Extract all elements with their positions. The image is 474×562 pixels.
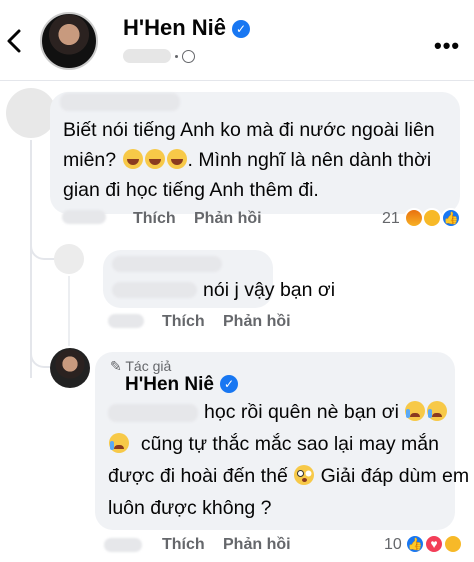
like-reaction-icon: 👍	[441, 208, 461, 228]
comment-text-part: học rồi quên nè bạn ơi	[204, 401, 399, 423]
comment-time-redacted	[62, 210, 106, 224]
reply-button[interactable]: Phản hồi	[194, 210, 262, 228]
mentioned-name-redacted[interactable]	[112, 282, 197, 298]
commenter-name-redacted[interactable]	[112, 256, 222, 272]
angry-reaction-icon	[404, 208, 424, 228]
comment-text-line: Biết nói tiếng Anh ko mà đi nước ngoài l…	[63, 119, 435, 141]
thread-connector	[30, 232, 56, 260]
comment-time-redacted	[104, 538, 142, 552]
comment-text-part: miên?	[63, 149, 117, 171]
header-divider	[0, 80, 474, 81]
globe-icon	[182, 50, 195, 63]
reply-button[interactable]: Phản hồi	[223, 313, 291, 331]
author-badge: ✎ Tác giả	[110, 358, 171, 375]
haha-reaction-icon	[443, 534, 463, 554]
separator-dot	[175, 55, 178, 58]
commenter-avatar[interactable]	[6, 88, 56, 138]
crying-emoji-icon	[405, 401, 426, 421]
like-button[interactable]: Thích	[162, 536, 205, 554]
laughing-emoji-icon	[144, 149, 165, 169]
crying-emoji-icon	[427, 401, 448, 421]
page-avatar[interactable]	[40, 12, 98, 70]
thread-line	[68, 276, 70, 346]
comment-time-redacted	[108, 314, 144, 328]
laughing-emoji-icon	[122, 149, 143, 169]
author-name-text: H'Hen Niê	[125, 374, 214, 395]
verified-icon: ✓	[219, 375, 238, 393]
flushed-emoji-icon	[294, 465, 315, 485]
comment-text-part: . Mình nghĩ là nên dành thời	[187, 149, 432, 171]
post-time-redacted	[123, 49, 171, 63]
reply-button[interactable]: Phản hồi	[223, 536, 291, 554]
comment-text-line: miên? . Mình nghĩ là nên dành thời	[63, 144, 431, 176]
page-name[interactable]: H'Hen Niê ✓	[123, 15, 251, 41]
comment-text-line: học rồi quên nè bạn ơi	[204, 396, 448, 428]
commenter-name-redacted[interactable]	[60, 93, 180, 111]
like-button[interactable]: Thích	[133, 210, 176, 228]
mentioned-name-redacted[interactable]	[108, 404, 198, 422]
reaction-count[interactable]: 10	[384, 536, 402, 554]
laughing-emoji-icon	[166, 149, 187, 169]
comment-text-part: Giải đáp dùm em	[320, 465, 470, 487]
reaction-count[interactable]: 21	[382, 210, 400, 228]
comment-text-line: luôn được không ?	[108, 497, 272, 519]
author-badge-label: Tác giả	[125, 358, 172, 374]
crying-emoji-icon	[109, 433, 129, 453]
haha-reaction-icon	[422, 208, 442, 228]
like-button[interactable]: Thích	[162, 313, 205, 331]
author-avatar[interactable]	[50, 348, 90, 388]
author-name[interactable]: H'Hen Niê ✓	[125, 374, 238, 396]
commenter-avatar[interactable]	[54, 244, 84, 274]
verified-icon: ✓	[232, 20, 251, 38]
love-reaction-icon: ♥	[424, 534, 444, 554]
author-badge-icon: ✎	[110, 358, 122, 374]
page-name-text: H'Hen Niê	[123, 15, 227, 40]
comment-text-line: cũng tự thắc mắc sao lại may mắn	[108, 428, 439, 460]
comment-text-line: được đi hoài đến thế Giải đáp dùm em	[108, 460, 469, 492]
comment-text-part: được đi hoài đến thế	[108, 465, 288, 487]
back-arrow-icon[interactable]	[4, 27, 26, 55]
more-options-icon[interactable]: •••	[434, 33, 460, 59]
comment-text-part: cũng tự thắc mắc sao lại may mắn	[140, 433, 439, 455]
comment-text-line: gian đi học tiếng Anh thêm đi.	[63, 179, 319, 201]
like-reaction-icon: 👍	[405, 534, 425, 554]
thread-connector	[30, 340, 50, 368]
comment-text-line: nói j vậy bạn ơi	[203, 279, 336, 301]
post-header: H'Hen Niê ✓ •••	[0, 0, 474, 80]
